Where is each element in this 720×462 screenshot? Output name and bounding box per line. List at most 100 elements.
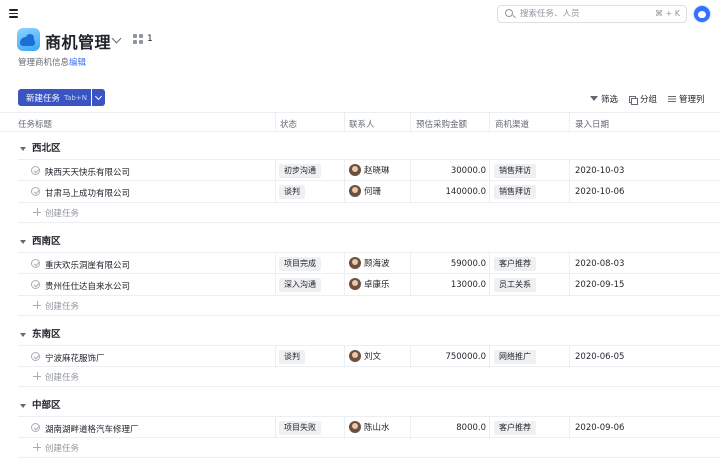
amount-value[interactable]: 140000.0 xyxy=(416,187,486,197)
task-title[interactable]: 甘肃马上成功有限公司 xyxy=(45,187,130,199)
amount-value[interactable]: 30000.0 xyxy=(416,166,486,176)
column-header-title[interactable]: 任务标题 xyxy=(18,118,52,130)
create-task-row[interactable]: 创建任务 xyxy=(18,203,720,223)
task-title[interactable]: 陕西天天快乐有限公司 xyxy=(45,166,130,178)
menu-icon[interactable] xyxy=(9,9,18,18)
contact-name: 卓康乐 xyxy=(364,280,390,290)
contact-cell[interactable]: 赵晓琳 xyxy=(349,164,390,176)
search-input[interactable] xyxy=(520,9,650,19)
channel-tag[interactable]: 网络推广 xyxy=(494,350,536,364)
cell-divider xyxy=(275,253,276,275)
status-tag[interactable]: 谈判 xyxy=(279,350,305,364)
create-task-label: 创建任务 xyxy=(45,373,80,383)
contact-cell[interactable]: 顾海波 xyxy=(349,257,390,269)
status-tag[interactable]: 深入沟通 xyxy=(279,278,321,292)
group-header[interactable]: 中部区 xyxy=(20,397,61,411)
avatar xyxy=(349,421,361,433)
manage-columns-button[interactable]: 管理列 xyxy=(668,93,705,105)
contact-cell[interactable]: 卓康乐 xyxy=(349,278,390,290)
create-task-row[interactable]: 创建任务 xyxy=(18,296,720,316)
table-row[interactable]: 甘肃马上成功有限公司 谈判 何珊 140000.0 销售拜访 2020-10-06 xyxy=(18,181,720,203)
task-title[interactable]: 宁波麻花服饰厂 xyxy=(45,352,105,364)
filter-button[interactable]: 筛选 xyxy=(590,93,618,105)
status-tag[interactable]: 初步沟通 xyxy=(279,164,321,178)
channel-tag[interactable]: 客户推荐 xyxy=(494,421,536,435)
channel-tag[interactable]: 员工关系 xyxy=(494,278,536,292)
table-row[interactable]: 湖南湖畔道格汽车修理厂 项目失败 陈山水 8000.0 客户推荐 2020-09-06 xyxy=(18,416,720,439)
new-task-shortcut: Tab+N xyxy=(64,93,87,102)
entry-date[interactable]: 2020-06-05 xyxy=(575,352,624,362)
amount-value[interactable]: 59000.0 xyxy=(416,259,486,269)
channel-tag[interactable]: 客户推荐 xyxy=(494,257,536,271)
entry-date[interactable]: 2020-09-06 xyxy=(575,423,624,433)
collapse-triangle-icon[interactable] xyxy=(20,403,26,408)
user-avatar[interactable] xyxy=(693,5,711,23)
create-task-label: 创建任务 xyxy=(45,302,80,312)
complete-check-icon[interactable] xyxy=(31,187,40,196)
complete-check-icon[interactable] xyxy=(31,166,40,175)
cell-divider xyxy=(275,274,276,296)
column-divider[interactable] xyxy=(489,113,490,132)
group-header[interactable]: 东南区 xyxy=(20,326,61,340)
column-divider[interactable] xyxy=(569,113,570,132)
status-tag[interactable]: 谈判 xyxy=(279,185,305,199)
complete-check-icon[interactable] xyxy=(31,280,40,289)
edit-link[interactable]: 编辑 xyxy=(69,56,86,68)
complete-check-icon[interactable] xyxy=(31,352,40,361)
cell-divider xyxy=(410,274,411,296)
column-divider[interactable] xyxy=(410,113,411,132)
cell-divider xyxy=(344,417,345,439)
cell-divider xyxy=(275,181,276,203)
amount-value[interactable]: 8000.0 xyxy=(416,423,486,433)
chevron-down-icon[interactable] xyxy=(111,33,122,44)
status-tag[interactable]: 项目失败 xyxy=(279,421,321,435)
contact-name: 刘文 xyxy=(364,352,382,362)
contact-cell[interactable]: 陈山水 xyxy=(349,421,390,433)
column-header-status[interactable]: 状态 xyxy=(280,118,297,130)
cell-divider xyxy=(569,253,570,275)
table-row[interactable]: 宁波麻花服饰厂 谈判 刘文 750000.0 网络推广 2020-06-05 xyxy=(18,345,720,368)
task-title[interactable]: 重庆欢乐洞崖有限公司 xyxy=(45,259,130,271)
column-header-amount[interactable]: 预估采购金额 xyxy=(416,118,467,130)
contact-cell[interactable]: 何珊 xyxy=(349,185,381,197)
column-divider[interactable] xyxy=(344,113,345,132)
contact-cell[interactable]: 刘文 xyxy=(349,350,381,362)
channel-tag[interactable]: 销售拜访 xyxy=(494,185,536,199)
cell-divider xyxy=(410,160,411,182)
entry-date[interactable]: 2020-10-06 xyxy=(575,187,624,197)
new-task-dropdown-button[interactable] xyxy=(92,89,105,106)
amount-value[interactable]: 13000.0 xyxy=(416,280,486,290)
entry-date[interactable]: 2020-08-03 xyxy=(575,259,624,269)
complete-check-icon[interactable] xyxy=(31,259,40,268)
collapse-triangle-icon[interactable] xyxy=(20,146,26,151)
entry-date[interactable]: 2020-09-15 xyxy=(575,280,624,290)
cell-divider xyxy=(410,253,411,275)
group-header[interactable]: 西北区 xyxy=(20,140,61,154)
amount-value[interactable]: 750000.0 xyxy=(416,352,486,362)
channel-tag[interactable]: 销售拜访 xyxy=(494,164,536,178)
table-row[interactable]: 重庆欢乐洞崖有限公司 项目完成 顾海波 59000.0 客户推荐 2020-08-03 xyxy=(18,252,720,275)
task-title[interactable]: 贵州任仕达自来水公司 xyxy=(45,280,130,292)
table-row[interactable]: 贵州任仕达自来水公司 深入沟通 卓康乐 13000.0 员工关系 2020-09-15 xyxy=(18,274,720,296)
search-icon xyxy=(503,7,517,21)
group-button[interactable]: 分组 xyxy=(629,93,657,105)
task-title[interactable]: 湖南湖畔道格汽车修理厂 xyxy=(45,423,139,435)
group-header[interactable]: 西南区 xyxy=(20,233,61,247)
column-divider[interactable] xyxy=(275,113,276,132)
collapse-triangle-icon[interactable] xyxy=(20,332,26,337)
members-icon[interactable] xyxy=(133,34,143,44)
create-task-row[interactable]: 创建任务 xyxy=(18,438,720,458)
status-tag[interactable]: 项目完成 xyxy=(279,257,321,271)
table-row[interactable]: 陕西天天快乐有限公司 初步沟通 赵晓琳 30000.0 销售拜访 2020-10-03 xyxy=(18,159,720,182)
entry-date[interactable]: 2020-10-03 xyxy=(575,166,624,176)
complete-check-icon[interactable] xyxy=(31,423,40,432)
search-box[interactable]: ⌘ + K xyxy=(497,5,687,23)
table-header: 任务标题 状态 联系人 预估采购金额 商机渠道 录入日期 xyxy=(0,112,720,132)
new-task-button[interactable]: 新建任务 Tab+N xyxy=(18,89,91,106)
create-task-row[interactable]: 创建任务 xyxy=(18,367,720,387)
avatar xyxy=(349,257,361,269)
column-header-channel[interactable]: 商机渠道 xyxy=(495,118,529,130)
collapse-triangle-icon[interactable] xyxy=(20,239,26,244)
column-header-contact[interactable]: 联系人 xyxy=(349,118,375,130)
column-header-date[interactable]: 录入日期 xyxy=(575,118,609,130)
